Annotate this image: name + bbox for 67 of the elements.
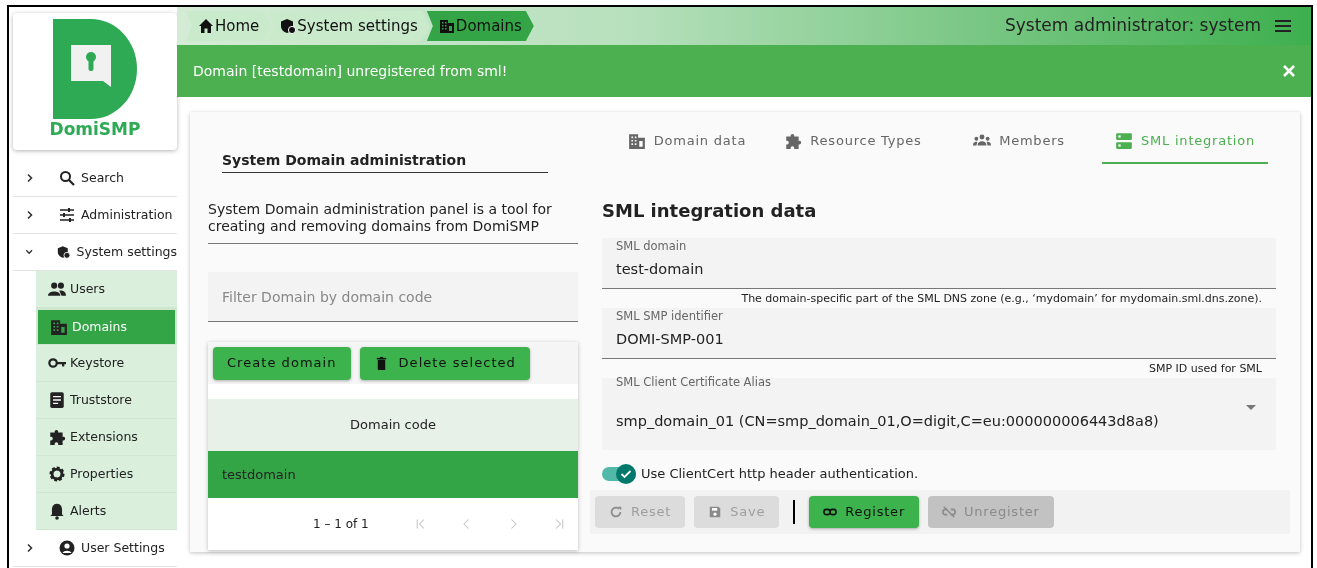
sliders-icon — [59, 207, 75, 223]
breadcrumb-link[interactable]: System settings — [268, 11, 430, 41]
tab[interactable]: Domain data — [604, 120, 770, 164]
column-header[interactable]: Domain code — [350, 415, 436, 435]
sidebar-subitem[interactable]: Truststore — [36, 382, 177, 419]
action-button[interactable]: Register — [809, 496, 919, 528]
shield-icon — [57, 244, 71, 260]
breadcrumb-link[interactable]: Home — [186, 11, 272, 41]
puzzle-icon — [784, 132, 803, 150]
building-icon — [438, 18, 455, 34]
chevron-right-icon — [25, 173, 35, 183]
field-value: test-domain — [616, 260, 705, 280]
text-field[interactable]: SML SMP identifier DOMI-SMP-001 — [602, 308, 1276, 359]
form-heading: SML integration data — [602, 199, 818, 223]
sidebar-subitem[interactable]: Users — [36, 271, 177, 308]
text-field[interactable]: SML domain test-domain — [602, 238, 1276, 289]
toggle-switch[interactable] — [602, 464, 636, 484]
document-icon — [48, 391, 66, 409]
tab[interactable]: Resource Types — [770, 120, 936, 164]
save-icon — [708, 505, 723, 519]
field-hint: The domain-specific part of the SML DNS zone (e.g., ‘mydomain’ for mydomain.sml.dns.zone). — [741, 291, 1263, 307]
logo-text: DomiSMP — [49, 121, 141, 138]
table-row[interactable]: testdomain — [208, 451, 578, 498]
filter-field[interactable]: Filter Domain by domain code — [208, 272, 578, 322]
toggle-thumb — [616, 464, 636, 484]
breadcrumb-link[interactable]: Domains — [426, 11, 534, 41]
shield-icon — [280, 18, 297, 34]
search-icon — [59, 170, 75, 186]
create-button[interactable]: Create domain — [213, 346, 351, 380]
close-icon[interactable] — [1283, 65, 1295, 77]
user-label: System administrator: system — [1004, 14, 1261, 38]
sidebar-subitem[interactable]: Keystore — [36, 345, 177, 382]
alert-message: Domain [testdomain] unregistered from sml! — [193, 61, 508, 81]
users-icon — [48, 280, 66, 298]
certificate-select[interactable]: SML Client Certificate Alias smp_domain_01 (CN=smp_domain_01,O=digit,C=eu:000000006443d8a8) — [602, 378, 1276, 450]
server-icon — [1115, 132, 1133, 150]
chevron-down-icon — [25, 247, 34, 257]
building-icon — [50, 318, 68, 336]
sidebar-item[interactable]: User Settings — [13, 530, 177, 567]
menu-icon[interactable] — [1275, 19, 1291, 33]
chevron-right-icon — [25, 210, 35, 220]
delete-button[interactable]: Delete selected — [359, 346, 530, 380]
home-icon — [198, 18, 214, 34]
toggle-label: Use ClientCert http header authentication. — [641, 465, 919, 484]
dropdown-arrow-icon — [1246, 404, 1256, 410]
settings-icon — [48, 465, 66, 483]
field-value: smp_domain_01 (CN=smp_domain_01,O=digit,C=eu:000000006443d8a8) — [616, 411, 1160, 431]
building-icon — [627, 132, 646, 150]
sidebar-subitem[interactable]: Alerts — [36, 493, 177, 530]
paginator-range: 1 – 1 of 1 — [313, 516, 369, 533]
sidebar-subitem[interactable]: Extensions — [36, 419, 177, 456]
tab[interactable]: Members — [936, 120, 1102, 164]
puzzle-icon — [48, 428, 66, 446]
chevron-right-icon — [25, 543, 35, 553]
panel-title: System Domain administration — [222, 150, 548, 173]
user-circle-icon — [59, 540, 75, 556]
refresh-icon — [609, 505, 623, 519]
sidebar-item[interactable]: Search — [13, 160, 177, 197]
field-label: SML domain — [616, 238, 688, 255]
unlink-icon — [942, 505, 956, 519]
panel-description: System Domain administration panel is a tool for creating and removing domains from DomiSMP — [208, 201, 578, 244]
sidebar-subitem[interactable]: Properties — [36, 456, 177, 493]
field-value: DOMI-SMP-001 — [616, 330, 725, 350]
bell-icon — [48, 502, 66, 520]
field-label: SML SMP identifier — [616, 308, 724, 325]
field-hint: SMP ID used for SML — [1149, 361, 1263, 377]
sidebar-item[interactable]: Administration — [13, 197, 177, 234]
